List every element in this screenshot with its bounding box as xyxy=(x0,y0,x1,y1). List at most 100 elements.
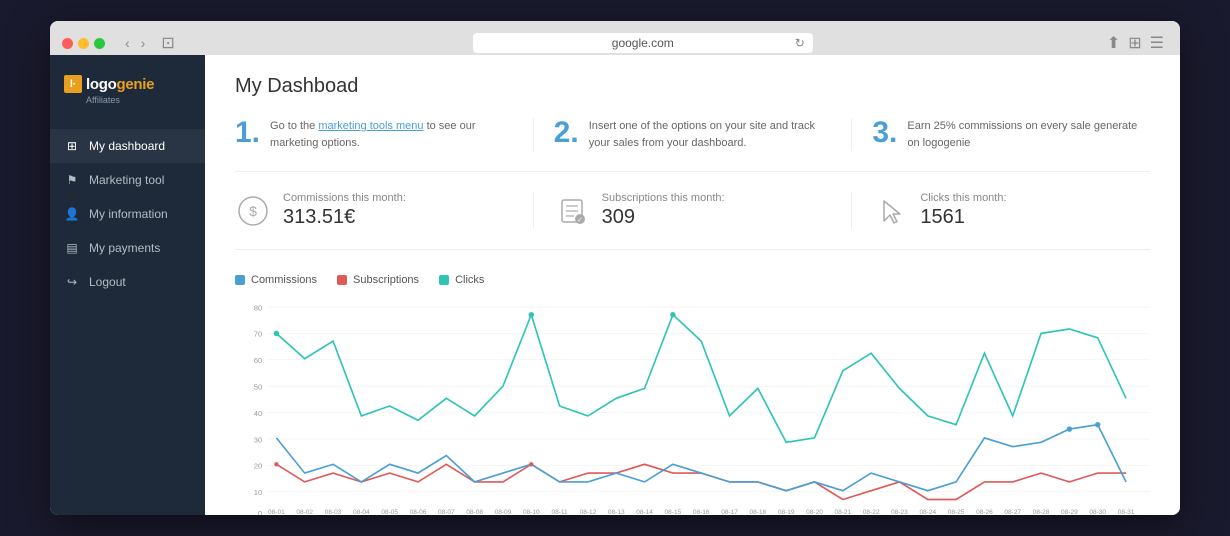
svg-text:08-08: 08-08 xyxy=(466,509,483,515)
marketing-tools-link[interactable]: marketing tools menu xyxy=(318,120,423,132)
svg-text:08-07: 08-07 xyxy=(438,509,455,515)
nav-menu: ⊞ My dashboard ⚑ Marketing tool 👤 My inf… xyxy=(50,129,205,299)
sidebar-item-label: My information xyxy=(89,207,168,221)
legend-commissions: Commissions xyxy=(235,274,317,286)
logo-area: l· logogenie Affiliates xyxy=(50,67,205,121)
back-button[interactable]: ‹ xyxy=(121,33,134,53)
legend-dot-clicks xyxy=(439,275,449,285)
commissions-value: 313.51€ xyxy=(283,206,406,229)
logo-icon: l· xyxy=(64,75,82,93)
svg-text:08-22: 08-22 xyxy=(863,509,880,515)
forward-button[interactable]: › xyxy=(137,33,150,53)
step-divider-2 xyxy=(851,118,852,151)
svg-text:08-03: 08-03 xyxy=(325,509,342,515)
user-icon: 👤 xyxy=(64,206,80,222)
traffic-light-yellow[interactable] xyxy=(78,38,89,49)
browser-actions: ⬆ ⊞ ☰ xyxy=(1107,33,1164,53)
nav-arrows: ‹ › xyxy=(121,33,149,53)
legend-clicks: Clicks xyxy=(439,274,484,286)
legend-label-clicks: Clicks xyxy=(455,274,484,286)
stat-clicks: Clicks this month: 1561 xyxy=(872,192,1150,229)
subscriptions-label: Subscriptions this month: xyxy=(602,192,725,204)
logo-subtitle: Affiliates xyxy=(86,95,120,105)
payments-icon: ▤ xyxy=(64,240,80,256)
traffic-lights xyxy=(62,38,105,49)
svg-text:08-25: 08-25 xyxy=(948,509,965,515)
svg-text:0: 0 xyxy=(258,509,262,515)
clicks-value: 1561 xyxy=(920,206,1006,229)
step-2-number: 2. xyxy=(554,118,579,148)
svg-text:08-17: 08-17 xyxy=(721,509,738,515)
clicks-label: Clicks this month: xyxy=(920,192,1006,204)
sidebar-item-marketing-tool[interactable]: ⚑ Marketing tool xyxy=(50,163,205,197)
step-1-text: Go to the marketing tools menu to see ou… xyxy=(270,118,513,151)
browser-body: l· logogenie Affiliates ⊞ My dashboard ⚑… xyxy=(50,55,1180,515)
sidebar: l· logogenie Affiliates ⊞ My dashboard ⚑… xyxy=(50,55,205,515)
svg-text:08-12: 08-12 xyxy=(580,509,597,515)
svg-text:08-11: 08-11 xyxy=(552,509,569,515)
subscriptions-line xyxy=(276,464,1126,499)
sidebar-item-my-information[interactable]: 👤 My information xyxy=(50,197,205,231)
dot xyxy=(274,462,278,466)
step-3: 3. Earn 25% commissions on every sale ge… xyxy=(872,118,1150,151)
traffic-light-green[interactable] xyxy=(94,38,105,49)
clicks-icon xyxy=(872,193,908,229)
step-1: 1. Go to the marketing tools menu to see… xyxy=(235,118,513,151)
svg-text:70: 70 xyxy=(254,330,262,339)
step-3-number: 3. xyxy=(872,118,897,148)
dot xyxy=(1095,422,1100,428)
sidebar-item-label: Logout xyxy=(89,275,126,289)
logout-icon: ↪ xyxy=(64,274,80,290)
sidebar-item-label: Marketing tool xyxy=(89,173,164,187)
dot xyxy=(274,331,279,337)
new-tab-button[interactable]: ⊞ xyxy=(1128,33,1141,53)
svg-text:08-31: 08-31 xyxy=(1118,509,1135,515)
subscriptions-info: Subscriptions this month: 309 xyxy=(602,192,725,229)
svg-text:40: 40 xyxy=(254,409,262,418)
step-1-number: 1. xyxy=(235,118,260,148)
dot xyxy=(529,312,534,318)
svg-text:08-06: 08-06 xyxy=(410,509,427,515)
legend-label-subscriptions: Subscriptions xyxy=(353,274,419,286)
browser-window: ‹ › ⊡ google.com ↻ ⬆ ⊞ ☰ l· logogenie Af… xyxy=(50,21,1180,515)
svg-text:08-28: 08-28 xyxy=(1033,509,1050,515)
sidebar-item-my-payments[interactable]: ▤ My payments xyxy=(50,231,205,265)
view-button[interactable]: ⊡ xyxy=(157,31,178,55)
main-content: My Dashboad 1. Go to the marketing tools… xyxy=(205,55,1180,515)
line-chart: 80 70 60 50 40 30 20 10 0 xyxy=(235,296,1150,515)
steps-section: 1. Go to the marketing tools menu to see… xyxy=(235,118,1150,172)
svg-text:30: 30 xyxy=(254,435,262,444)
legend-dot-subscriptions xyxy=(337,275,347,285)
share-button[interactable]: ⬆ xyxy=(1107,33,1120,53)
dot xyxy=(529,462,533,466)
step-1-text-before: Go to the xyxy=(270,120,318,132)
svg-text:08-27: 08-27 xyxy=(1004,509,1021,515)
stat-subscriptions: ✓ Subscriptions this month: 309 xyxy=(554,192,832,229)
commissions-icon: $ xyxy=(235,193,271,229)
svg-text:08-15: 08-15 xyxy=(665,509,682,515)
svg-text:08-29: 08-29 xyxy=(1061,509,1078,515)
svg-text:08-02: 08-02 xyxy=(296,509,313,515)
svg-text:08-13: 08-13 xyxy=(608,509,625,515)
logo-text: logogenie xyxy=(86,76,154,93)
legend-subscriptions: Subscriptions xyxy=(337,274,419,286)
chart-legend: Commissions Subscriptions Clicks xyxy=(235,274,1150,286)
url-text: google.com xyxy=(612,36,674,50)
svg-text:08-20: 08-20 xyxy=(806,509,823,515)
sidebar-toggle-button[interactable]: ☰ xyxy=(1150,33,1164,53)
svg-text:08-21: 08-21 xyxy=(834,509,851,515)
sidebar-item-logout[interactable]: ↪ Logout xyxy=(50,265,205,299)
sidebar-item-label: My dashboard xyxy=(89,139,165,153)
svg-text:08-24: 08-24 xyxy=(919,509,936,515)
sidebar-item-my-dashboard[interactable]: ⊞ My dashboard xyxy=(50,129,205,163)
traffic-light-red[interactable] xyxy=(62,38,73,49)
subscriptions-value: 309 xyxy=(602,206,725,229)
legend-dot-commissions xyxy=(235,275,245,285)
chart-container: 80 70 60 50 40 30 20 10 0 xyxy=(235,296,1150,515)
browser-chrome: ‹ › ⊡ google.com ↻ ⬆ ⊞ ☰ xyxy=(50,21,1180,55)
svg-text:60: 60 xyxy=(254,356,262,365)
address-bar[interactable]: google.com ↻ xyxy=(473,33,813,53)
svg-text:08-09: 08-09 xyxy=(495,509,512,515)
commissions-label: Commissions this month: xyxy=(283,192,406,204)
commissions-line xyxy=(276,425,1126,491)
